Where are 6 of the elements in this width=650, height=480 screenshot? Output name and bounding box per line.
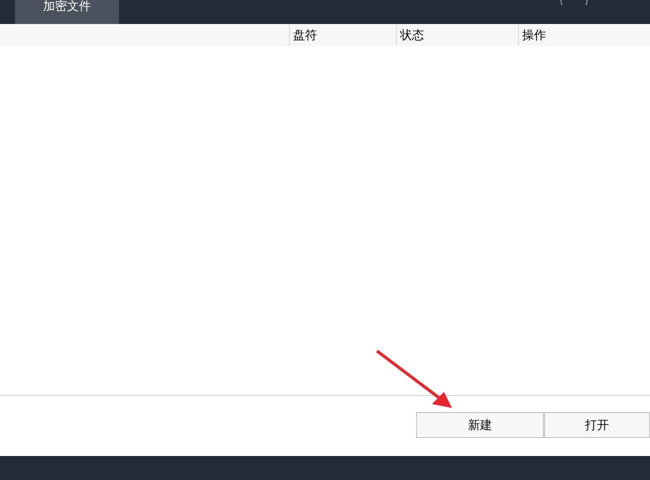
column-header[interactable]: 状态 <box>400 26 424 44</box>
column-header[interactable]: 操作 <box>522 26 546 44</box>
tab[interactable]: 加密文件 <box>15 0 119 24</box>
action-button[interactable]: 新建 <box>416 412 544 438</box>
action-button[interactable]: 打开 <box>544 412 650 438</box>
column-header[interactable]: 盘符 <box>293 26 317 44</box>
